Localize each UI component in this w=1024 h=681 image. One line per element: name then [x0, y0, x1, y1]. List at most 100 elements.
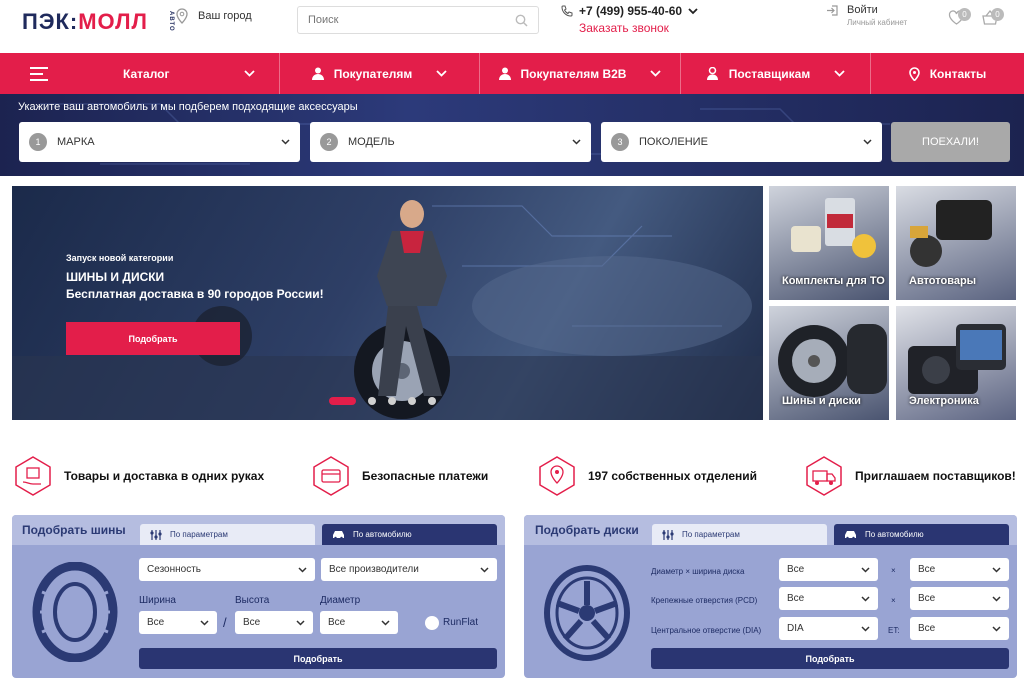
selector-title: Укажите ваш автомобиль и мы подберем под… — [18, 101, 358, 113]
site-logo[interactable]: ПЭК:МОЛЛ АВТО — [22, 9, 174, 35]
nav-buyers-b2b[interactable]: Покупателям B2B — [480, 53, 681, 94]
generation-select[interactable]: 3 ПОКОЛЕНИЕ — [601, 122, 882, 162]
location-pin-icon — [176, 8, 188, 24]
tab-tire-car[interactable]: По автомобилю — [322, 524, 497, 545]
times-separator: × — [891, 566, 896, 575]
diameter-label: Диаметр — [320, 595, 361, 606]
nav-catalog[interactable]: Каталог — [76, 53, 280, 94]
maker-value: Все производители — [329, 564, 419, 575]
map-pin-icon — [539, 456, 575, 496]
select-value: Все — [787, 564, 805, 575]
logo-accent: МОЛЛ — [78, 9, 148, 34]
dia-select[interactable]: DIA — [779, 617, 878, 640]
pcd-count-select[interactable]: Все — [779, 587, 878, 610]
chevron-down-icon — [572, 139, 581, 145]
chevron-down-icon[interactable] — [688, 7, 698, 15]
tile-tires-disks[interactable]: Шины и диски — [769, 306, 889, 420]
select-value: Все — [918, 564, 936, 575]
phone-icon — [561, 5, 573, 17]
tab-label: По автомобилю — [865, 530, 924, 539]
logo-small: АВТО — [168, 11, 174, 32]
login-link[interactable]: Войти Личный кабинет — [826, 4, 907, 27]
chevron-down-icon — [480, 566, 489, 573]
chevron-down-icon — [834, 70, 845, 77]
pcd-diameter-select[interactable]: Все — [910, 587, 1009, 610]
carousel-dot[interactable] — [388, 397, 396, 405]
disk-panel-title: Подобрать диски — [535, 523, 639, 537]
model-label: МОДЕЛЬ — [348, 136, 395, 148]
login-sub: Личный кабинет — [847, 18, 908, 27]
et-select[interactable]: Все — [910, 617, 1009, 640]
callback-link[interactable]: Заказать звонок — [579, 21, 669, 35]
chevron-down-icon — [200, 619, 209, 626]
nav-contacts[interactable]: Контакты — [871, 53, 1024, 94]
step-number: 2 — [320, 133, 338, 151]
disk-find-button[interactable]: Подобрать — [651, 648, 1009, 669]
diameter-select[interactable]: Все — [320, 611, 398, 634]
tab-tire-params[interactable]: По параметрам — [140, 524, 315, 545]
model-select[interactable]: 2 МОДЕЛЬ — [310, 122, 591, 162]
pcd-label: Крепежные отверстия (PCD) — [651, 596, 758, 605]
main-nav: Каталог Покупателям Покупателям B2B Пост… — [0, 53, 1024, 94]
nav-buyers[interactable]: Покупателям — [280, 53, 480, 94]
disk-width-select[interactable]: Все — [910, 558, 1009, 581]
car-icon — [845, 531, 856, 539]
tile-label: Шины и диски — [782, 394, 861, 407]
maker-select[interactable]: Все производители — [321, 558, 497, 581]
search-icon[interactable] — [515, 14, 528, 27]
tab-disk-car[interactable]: По автомобилю — [834, 524, 1009, 545]
chevron-down-icon — [863, 139, 872, 145]
tile-label: Автотовары — [909, 274, 977, 287]
carousel-dot[interactable] — [368, 397, 376, 405]
slash-separator: / — [223, 615, 227, 630]
cart-button[interactable]: 0 — [981, 8, 1004, 31]
nav-catalog-label: Каталог — [123, 66, 170, 81]
hero-kicker: Запуск новой категории — [66, 253, 174, 263]
chevron-down-icon — [436, 70, 447, 77]
season-select[interactable]: Сезонность — [139, 558, 315, 581]
width-value: Все — [147, 617, 165, 628]
hero-banner[interactable] — [12, 186, 763, 420]
hamburger-menu[interactable] — [0, 53, 76, 94]
nav-suppliers[interactable]: Поставщикам — [681, 53, 871, 94]
hero-cta-button[interactable]: Подобрать — [66, 322, 240, 355]
width-select[interactable]: Все — [139, 611, 217, 634]
height-select[interactable]: Все — [235, 611, 313, 634]
tab-label: По параметрам — [682, 530, 740, 539]
height-label: Высота — [235, 595, 270, 606]
generation-label: ПОКОЛЕНИЕ — [639, 136, 708, 148]
select-value: DIA — [787, 623, 804, 634]
season-value: Сезонность — [147, 564, 201, 575]
carousel-dot[interactable] — [408, 397, 416, 405]
truck-icon — [806, 456, 842, 496]
carousel-dot[interactable] — [428, 397, 436, 405]
tile-maintenance-kits[interactable]: Комплекты для ТО — [769, 186, 889, 300]
location-pin-icon — [908, 66, 920, 81]
tile-label: Комплекты для ТО — [782, 274, 885, 287]
phone-block[interactable]: +7 (499) 955-40-60 — [561, 4, 698, 18]
tire-find-button[interactable]: Подобрать — [139, 648, 497, 669]
tire-icon — [32, 562, 118, 662]
runflat-checkbox[interactable] — [425, 616, 439, 630]
disk-diameter-select[interactable]: Все — [779, 558, 878, 581]
phone-number[interactable]: +7 (499) 955-40-60 — [579, 4, 682, 18]
height-value: Все — [243, 617, 261, 628]
favorites-button[interactable]: 0 — [948, 8, 971, 31]
search-input[interactable] — [308, 14, 488, 26]
runflat-label: RunFlat — [443, 617, 479, 628]
diameter-value: Все — [328, 617, 346, 628]
tile-auto-goods[interactable]: Автотовары — [896, 186, 1016, 300]
supplier-icon — [706, 67, 718, 80]
tile-electronics[interactable]: Электроника — [896, 306, 1016, 420]
feature-label: Товары и доставка в одних руках — [64, 469, 265, 483]
feature-delivery: Товары и доставка в одних руках — [12, 455, 264, 497]
make-select[interactable]: 1 МАРКА — [19, 122, 300, 162]
dia-label: Центральное отверстие (DIA) — [651, 626, 762, 635]
search-box[interactable] — [297, 6, 539, 34]
feature-suppliers[interactable]: Приглашаем поставщиков! — [803, 455, 1016, 497]
tab-disk-params[interactable]: По параметрам — [652, 524, 827, 545]
go-button[interactable]: ПОЕХАЛИ! — [891, 122, 1010, 162]
carousel-dot[interactable] — [329, 397, 356, 405]
city-selector[interactable]: Ваш город — [176, 8, 252, 24]
make-label: МАРКА — [57, 136, 95, 148]
